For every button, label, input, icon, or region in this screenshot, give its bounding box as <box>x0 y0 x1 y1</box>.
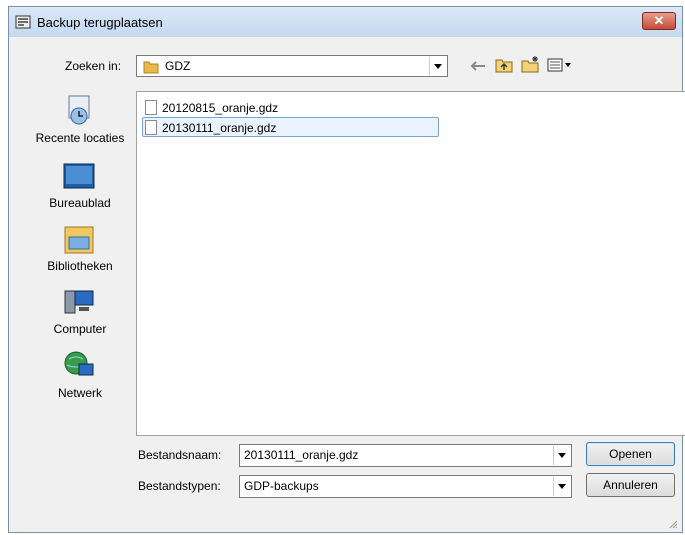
file-name: 20130111_oranje.gdz <box>162 121 277 135</box>
place-label: Bureaublad <box>49 196 111 210</box>
lookin-select[interactable]: GDZ <box>136 55 448 77</box>
place-label: Recente locaties <box>35 131 125 145</box>
place-label: Computer <box>53 322 107 336</box>
filetype-value: GDP-backups <box>244 479 319 493</box>
resize-grip-icon[interactable] <box>668 519 678 529</box>
title-bar[interactable]: Backup terugplaatsen ✕ <box>9 7 682 37</box>
filetype-label: Bestandstypen: <box>138 479 221 493</box>
libraries-icon <box>64 226 94 254</box>
close-icon: ✕ <box>653 13 665 28</box>
window-title: Backup terugplaatsen <box>37 15 163 30</box>
chevron-down-icon[interactable] <box>553 477 570 496</box>
app-icon <box>15 15 31 29</box>
dialog-window: Backup terugplaatsen ✕ Zoeken in: GDZ Re… <box>8 6 685 533</box>
file-icon <box>145 100 157 115</box>
file-name: 20120815_oranje.gdz <box>162 101 279 115</box>
place-recent-locations[interactable]: Recente locaties <box>25 91 135 153</box>
place-label: Netwerk <box>57 386 102 400</box>
recent-locations-icon <box>68 95 90 125</box>
list-item-selected[interactable]: 20130111_oranje.gdz <box>142 117 439 137</box>
place-computer[interactable]: Computer <box>25 285 135 341</box>
list-item[interactable]: 20120815_oranje.gdz <box>143 98 440 118</box>
lookin-label: Zoeken in: <box>65 59 122 73</box>
place-label: Bibliotheken <box>47 259 113 273</box>
places-bar: Recente locaties Bureaublad Bibliotheken… <box>25 91 135 517</box>
folder-icon <box>143 61 159 74</box>
filename-value: 20130111_oranje.gdz <box>244 448 359 462</box>
back-icon[interactable] <box>469 59 487 73</box>
network-icon <box>64 351 94 376</box>
file-icon <box>145 120 157 135</box>
cancel-button[interactable]: Annuleren <box>586 473 675 497</box>
lookin-value: GDZ <box>165 59 191 73</box>
file-list[interactable]: 20120815_oranje.gdz 20130111_oranje.gdz <box>136 91 685 436</box>
chevron-down-icon[interactable] <box>429 57 446 75</box>
filename-field[interactable]: 20130111_oranje.gdz <box>239 444 572 467</box>
computer-icon <box>64 290 94 314</box>
desktop-icon <box>63 163 95 189</box>
filename-label: Bestandsnaam: <box>138 448 222 462</box>
place-desktop[interactable]: Bureaublad <box>25 157 135 213</box>
place-libraries[interactable]: Bibliotheken <box>25 219 135 279</box>
place-network[interactable]: Netwerk <box>25 346 135 406</box>
chevron-down-icon[interactable] <box>553 446 570 465</box>
filetype-select[interactable]: GDP-backups <box>239 475 572 498</box>
new-folder-icon[interactable] <box>521 55 541 73</box>
close-button[interactable]: ✕ <box>642 12 676 30</box>
view-menu-icon[interactable] <box>547 58 573 72</box>
up-folder-icon[interactable] <box>495 57 513 73</box>
open-button[interactable]: Openen <box>586 442 675 466</box>
